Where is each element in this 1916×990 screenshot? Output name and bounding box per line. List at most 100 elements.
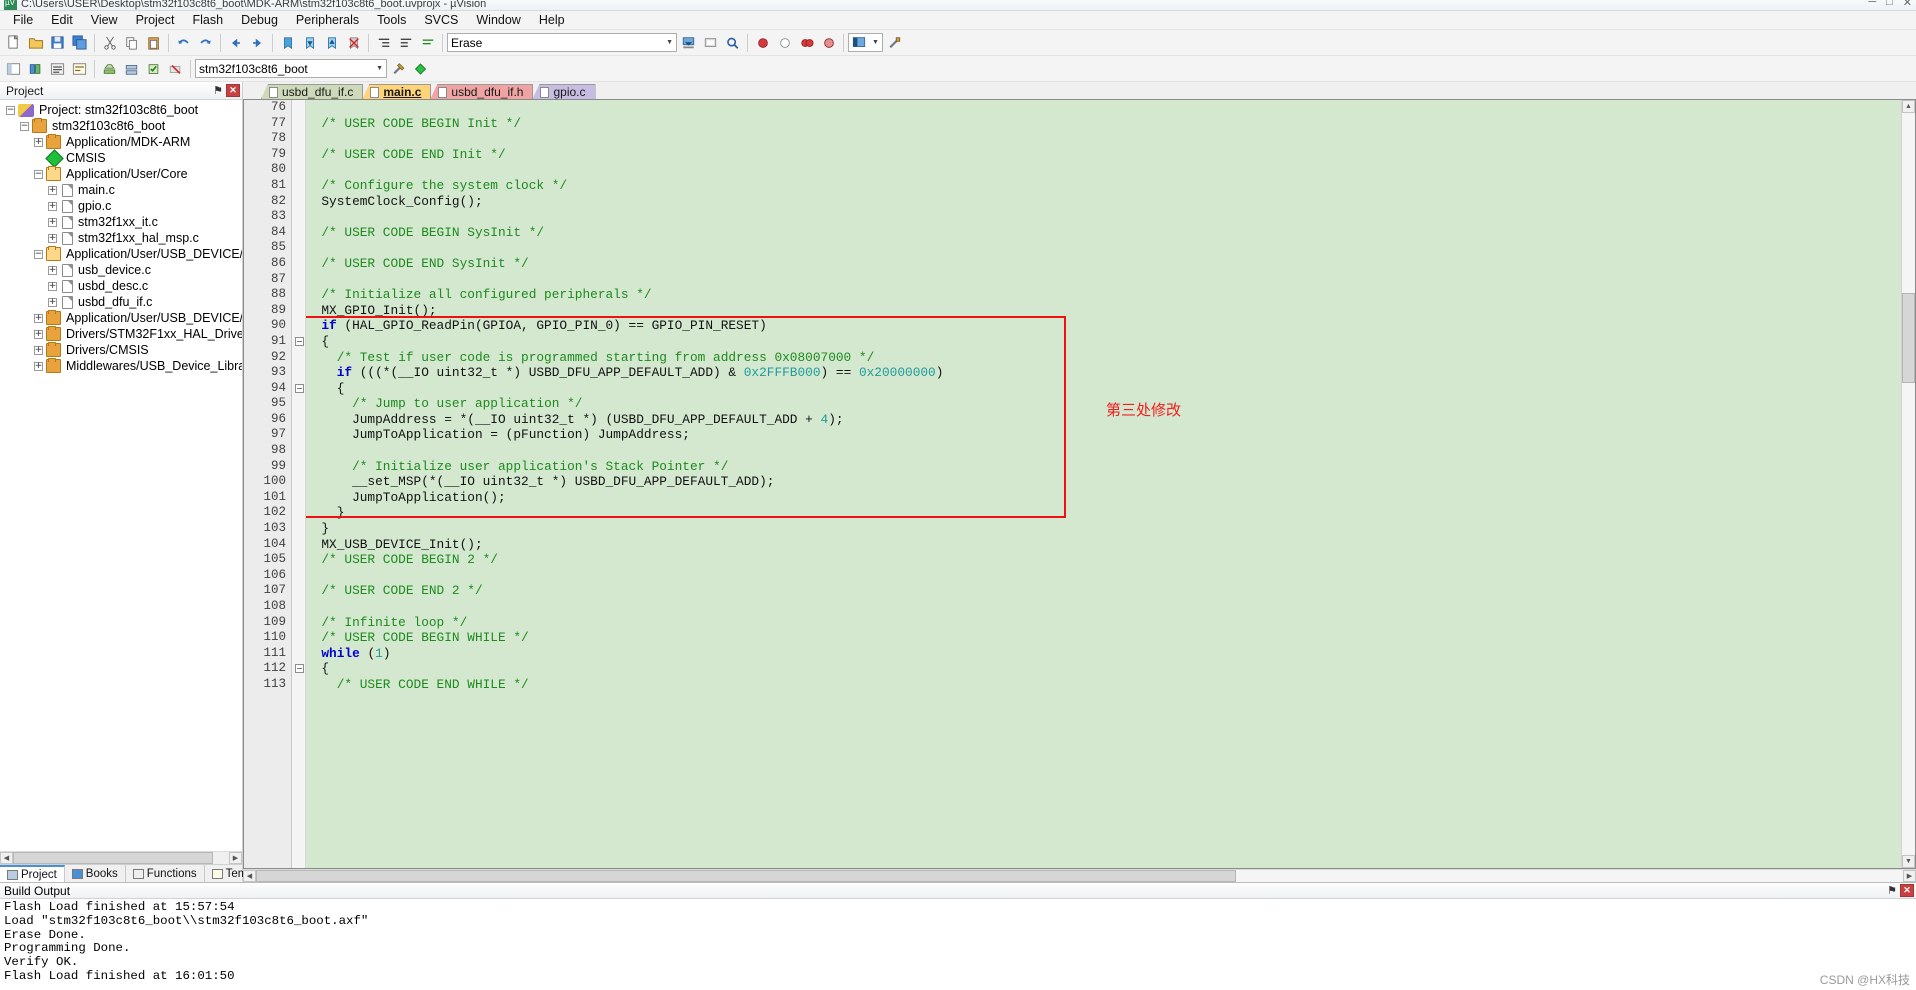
code-line[interactable]: /* Test if user code is programmed start… (306, 350, 1901, 366)
fold-cell[interactable]: − (292, 334, 305, 350)
find-in-files-icon[interactable] (722, 32, 743, 53)
scroll-thumb[interactable] (13, 852, 213, 864)
collapse-icon[interactable]: − (20, 121, 29, 131)
menu-item-help[interactable]: Help (530, 11, 574, 29)
navigate-forward-icon[interactable] (247, 32, 268, 53)
target-options-icon[interactable] (388, 58, 409, 79)
code-line[interactable] (306, 272, 1901, 288)
build-icon[interactable] (99, 58, 120, 79)
download-icon[interactable] (678, 32, 699, 53)
new-file-icon[interactable] (3, 32, 24, 53)
configure-icon[interactable] (884, 32, 905, 53)
save-icon[interactable] (47, 32, 68, 53)
chevron-down-icon[interactable]: ▼ (872, 39, 879, 46)
bottom-tab-books[interactable]: Books (65, 865, 126, 882)
tree-item[interactable]: − Application/User/USB_DEVICE/App (0, 246, 242, 262)
code-line[interactable] (306, 599, 1901, 615)
scroll-track[interactable] (256, 870, 1903, 882)
indent-icon[interactable] (373, 32, 394, 53)
menu-item-svcs[interactable]: SVCS (415, 11, 467, 29)
expand-icon[interactable]: + (34, 329, 43, 339)
expand-icon[interactable]: + (34, 137, 43, 147)
code-line[interactable]: if (((*(__IO uint32_t *) USBD_DFU_APP_DE… (306, 365, 1901, 381)
collapse-icon[interactable]: − (295, 383, 304, 393)
project-window-icon[interactable] (3, 58, 24, 79)
debug-window-combo[interactable]: ▼ (848, 33, 883, 52)
expand-icon[interactable]: + (48, 185, 57, 195)
menu-item-window[interactable]: Window (467, 11, 529, 29)
batch-build-icon[interactable] (143, 58, 164, 79)
code-line[interactable] (306, 131, 1901, 147)
editor-tab-usbd_dfu_if-h[interactable]: usbd_dfu_if.h (430, 84, 534, 99)
flash-erase-combo[interactable]: Erase ▼ (447, 33, 677, 52)
code-line[interactable]: while (1) (306, 646, 1901, 662)
code-line[interactable] (306, 568, 1901, 584)
save-all-icon[interactable] (69, 32, 90, 53)
target-select[interactable]: stm32f103c8t6_boot ▼ (195, 59, 387, 78)
fold-cell[interactable]: − (292, 381, 305, 397)
tree-item[interactable]: + main.c (0, 182, 242, 198)
code-editor[interactable]: 76 77 78 79 80 81 82 83 84 85 86 87 88 89 90 91 92 93 94 95… (243, 99, 1916, 869)
code-line[interactable]: __set_MSP(*(__IO uint32_t *) USBD_DFU_AP… (306, 474, 1901, 490)
code-line[interactable]: MX_GPIO_Init(); (306, 303, 1901, 319)
load-icon[interactable] (700, 32, 721, 53)
menu-item-edit[interactable]: Edit (42, 11, 82, 29)
tree-item[interactable]: + Application/MDK-ARM (0, 134, 242, 150)
code-line[interactable] (306, 162, 1901, 178)
functions-window-icon[interactable] (47, 58, 68, 79)
expand-icon[interactable]: + (48, 201, 57, 211)
navigate-back-icon[interactable] (225, 32, 246, 53)
code-line[interactable]: /* Configure the system clock */ (306, 178, 1901, 194)
tree-item[interactable]: + usbd_desc.c (0, 278, 242, 294)
templates-window-icon[interactable] (69, 58, 90, 79)
tree-item[interactable]: + Application/User/USB_DEVICE/Target (0, 310, 242, 326)
menu-item-project[interactable]: Project (127, 11, 184, 29)
bottom-tab-functions[interactable]: Functions (126, 865, 205, 882)
start-debug-icon[interactable] (752, 32, 773, 53)
code-text-area[interactable]: 第三处修改 /* USER CODE BEGIN Init */ /* USER… (306, 100, 1901, 868)
tree-item[interactable]: − Application/User/Core (0, 166, 242, 182)
scroll-track[interactable] (1902, 113, 1915, 855)
manage-runtime-icon[interactable] (410, 58, 431, 79)
rebuild-icon[interactable] (121, 58, 142, 79)
cut-icon[interactable] (99, 32, 120, 53)
tree-item[interactable]: − stm32f103c8t6_boot (0, 118, 242, 134)
menu-item-view[interactable]: View (82, 11, 127, 29)
scroll-thumb[interactable] (256, 870, 1236, 882)
bookmark-toggle-icon[interactable] (277, 32, 298, 53)
code-line[interactable]: { (306, 334, 1901, 350)
open-file-icon[interactable] (25, 32, 46, 53)
scroll-track[interactable] (13, 852, 229, 864)
code-line[interactable]: MX_USB_DEVICE_Init(); (306, 537, 1901, 553)
tree-item[interactable]: + gpio.c (0, 198, 242, 214)
books-window-icon[interactable] (25, 58, 46, 79)
paste-icon[interactable] (143, 32, 164, 53)
kill-breakpoints-icon[interactable] (796, 32, 817, 53)
close-icon[interactable]: ✕ (226, 84, 240, 97)
code-line[interactable] (306, 240, 1901, 256)
tree-item[interactable]: + usbd_dfu_if.c (0, 294, 242, 310)
editor-tab-gpio-c[interactable]: gpio.c (532, 84, 596, 99)
editor-tab-main-c[interactable]: main.c (362, 84, 432, 99)
code-line[interactable]: JumpAddress = *(__IO uint32_t *) (USBD_D… (306, 412, 1901, 428)
editor-vertical-scrollbar[interactable]: ▲ ▼ (1901, 100, 1915, 868)
code-line[interactable] (306, 443, 1901, 459)
undo-icon[interactable] (173, 32, 194, 53)
collapse-icon[interactable]: − (295, 664, 304, 674)
tree-item[interactable]: + stm32f1xx_hal_msp.c (0, 230, 242, 246)
outdent-icon[interactable] (395, 32, 416, 53)
comment-icon[interactable] (417, 32, 438, 53)
bookmark-prev-icon[interactable] (299, 32, 320, 53)
code-line[interactable]: /* USER CODE END SysInit */ (306, 256, 1901, 272)
code-fold-gutter[interactable]: − − − (292, 100, 306, 868)
code-line[interactable]: /* USER CODE BEGIN SysInit */ (306, 225, 1901, 241)
bookmark-clear-icon[interactable] (343, 32, 364, 53)
tree-item[interactable]: + usb_device.c (0, 262, 242, 278)
redo-icon[interactable] (195, 32, 216, 53)
expand-icon[interactable]: + (34, 313, 43, 323)
close-button[interactable]: ✕ (1903, 0, 1912, 9)
insert-breakpoint-icon[interactable] (774, 32, 795, 53)
chevron-down-icon[interactable]: ▼ (666, 39, 673, 46)
pin-icon[interactable]: ⚑ (1887, 884, 1897, 897)
disable-breakpoint-icon[interactable] (818, 32, 839, 53)
